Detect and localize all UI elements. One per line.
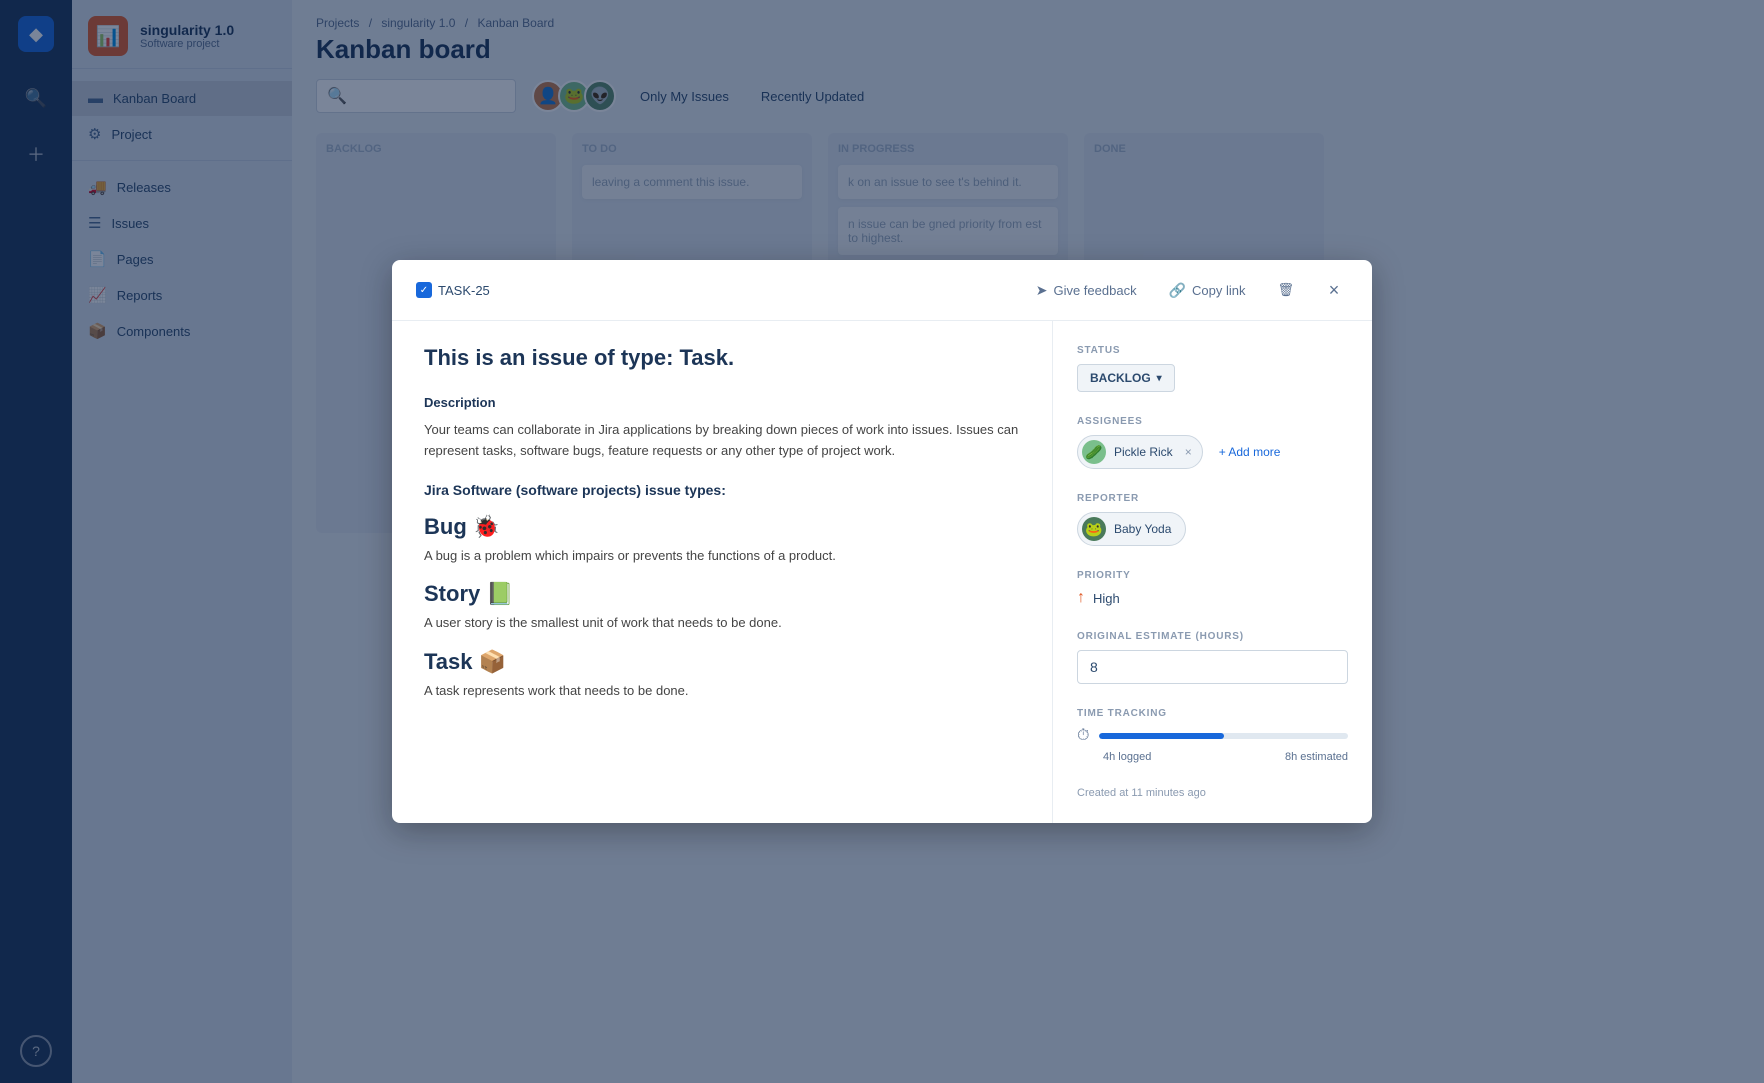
time-estimated: 8h estimated [1285, 751, 1348, 763]
modal-overlay[interactable]: ✓ TASK-25 ➤ Give feedback 🔗 Copy link 🗑 … [0, 0, 1764, 1083]
estimate-label: ORIGINAL ESTIMATE (HOURS) [1077, 631, 1348, 642]
link-icon: 🔗 [1169, 282, 1186, 299]
modal-right: STATUS BACKLOG ▾ ASSIGNEES 🥒 Pickle Rick… [1052, 321, 1372, 823]
issue-type-story-desc: A user story is the smallest unit of wor… [424, 613, 1020, 633]
issue-type-bug-name: Bug 🐞 [424, 514, 1020, 540]
chevron-down-icon: ▾ [1157, 373, 1162, 384]
copy-link-btn[interactable]: 🔗 Copy link [1163, 278, 1252, 303]
remove-assignee-btn[interactable]: × [1185, 445, 1192, 459]
modal-left: This is an issue of type: Task. Descript… [392, 321, 1052, 823]
assignee-avatar: 🥒 [1082, 440, 1106, 464]
issue-type-task-desc: A task represents work that needs to be … [424, 681, 1020, 701]
give-feedback-btn[interactable]: ➤ Give feedback [1030, 278, 1143, 303]
modal: ✓ TASK-25 ➤ Give feedback 🔗 Copy link 🗑 … [392, 260, 1372, 823]
trash-icon: 🗑 [1277, 282, 1294, 298]
priority-value: High [1093, 591, 1120, 606]
status-label: STATUS [1077, 345, 1348, 356]
issue-types-header: Jira Software (software projects) issue … [424, 482, 1020, 498]
assignees-label: ASSIGNEES [1077, 416, 1348, 427]
issue-type-bug: Bug 🐞 A bug is a problem which impairs o… [424, 514, 1020, 566]
time-labels: 4h logged 8h estimated [1103, 751, 1348, 763]
issue-type-story-name: Story 📗 [424, 581, 1020, 607]
issue-type-task-name: Task 📦 [424, 649, 1020, 675]
assignee-chip: 🥒 Pickle Rick × [1077, 435, 1203, 469]
timer-icon: ⏱ [1077, 727, 1089, 745]
reporter-section: REPORTER 🐸 Baby Yoda [1077, 493, 1348, 546]
estimate-input[interactable] [1077, 650, 1348, 684]
time-tracking-section: TIME TRACKING ⏱ 4h logged 8h estimated [1077, 708, 1348, 763]
modal-header-actions: ➤ Give feedback 🔗 Copy link 🗑 × [1030, 276, 1348, 304]
task-checkbox: ✓ [416, 282, 432, 298]
issue-type-bug-desc: A bug is a problem which impairs or prev… [424, 546, 1020, 566]
reporter-label: REPORTER [1077, 493, 1348, 504]
issue-type-story: Story 📗 A user story is the smallest uni… [424, 581, 1020, 633]
issue-type-task: Task 📦 A task represents work that needs… [424, 649, 1020, 701]
task-id: TASK-25 [438, 283, 490, 298]
issue-title: This is an issue of type: Task. [424, 345, 1020, 371]
priority-label: PRIORITY [1077, 570, 1348, 581]
feedback-icon: ➤ [1036, 282, 1048, 299]
modal-header: ✓ TASK-25 ➤ Give feedback 🔗 Copy link 🗑 … [392, 260, 1372, 321]
modal-body: This is an issue of type: Task. Descript… [392, 321, 1372, 823]
task-id-badge: ✓ TASK-25 [416, 282, 490, 298]
reporter-avatar: 🐸 [1082, 517, 1106, 541]
created-at: Created at 11 minutes ago [1077, 787, 1348, 799]
time-bar-bg [1099, 733, 1348, 739]
priority-row: ↑ High [1077, 589, 1348, 607]
status-value: BACKLOG [1090, 371, 1151, 385]
add-assignee-btn[interactable]: + Add more [1219, 445, 1281, 459]
time-logged: 4h logged [1103, 751, 1151, 763]
close-button[interactable]: × [1320, 276, 1348, 304]
description-label: Description [424, 395, 1020, 410]
estimate-section: ORIGINAL ESTIMATE (HOURS) [1077, 631, 1348, 684]
assignee-name: Pickle Rick [1114, 445, 1173, 459]
delete-btn[interactable]: 🗑 [1271, 278, 1300, 302]
time-tracking-label: TIME TRACKING [1077, 708, 1348, 719]
reporter-chip: 🐸 Baby Yoda [1077, 512, 1186, 546]
status-badge[interactable]: BACKLOG ▾ [1077, 364, 1175, 392]
priority-section: PRIORITY ↑ High [1077, 570, 1348, 607]
time-bar-fill [1099, 733, 1223, 739]
assignees-section: ASSIGNEES 🥒 Pickle Rick × + Add more [1077, 416, 1348, 469]
status-section: STATUS BACKLOG ▾ [1077, 345, 1348, 392]
time-bar-row: ⏱ [1077, 727, 1348, 745]
priority-up-arrow-icon: ↑ [1077, 589, 1085, 607]
description-text: Your teams can collaborate in Jira appli… [424, 420, 1020, 462]
reporter-name: Baby Yoda [1114, 522, 1171, 536]
